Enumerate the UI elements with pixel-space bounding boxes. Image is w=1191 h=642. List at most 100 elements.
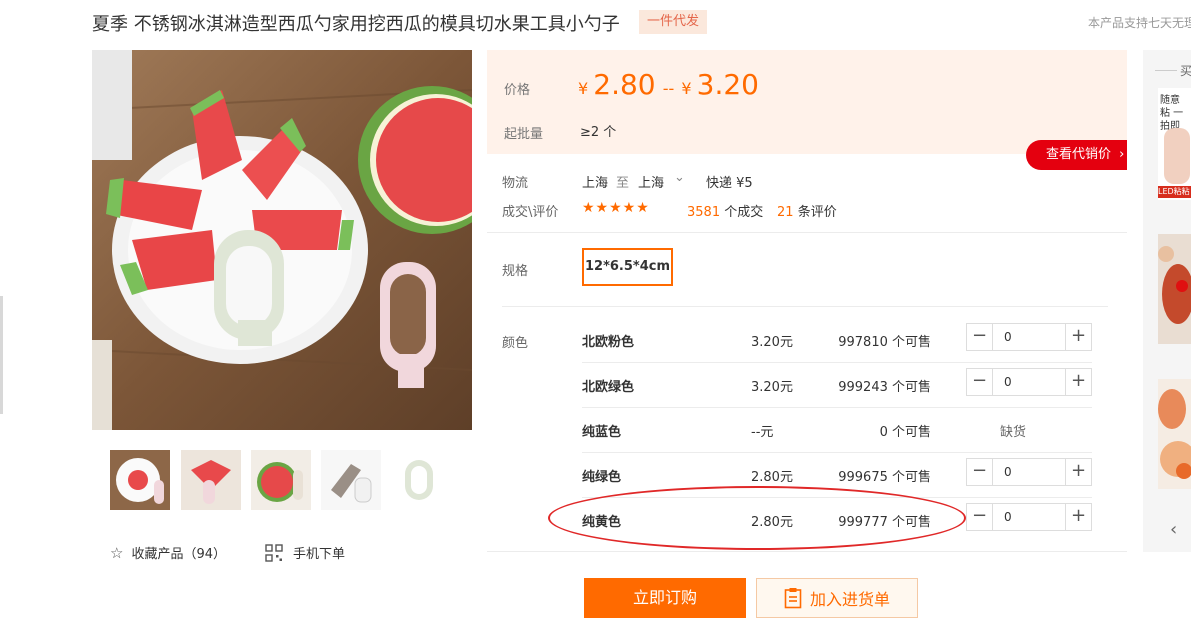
deal-stats[interactable]: 3581 个成交 xyxy=(687,201,763,220)
plus-button[interactable]: + xyxy=(1065,504,1091,530)
recommend-item-3[interactable] xyxy=(1158,379,1191,489)
recommend-item-3-image xyxy=(1158,379,1191,489)
minus-button[interactable]: − xyxy=(967,459,993,485)
sku-price: 3.20元 xyxy=(751,380,793,395)
recommend-title: 买 xyxy=(1180,64,1191,78)
mobile-order-label: 手机下单 xyxy=(293,547,346,562)
mobile-order[interactable]: 手机下单 xyxy=(265,543,345,562)
plus-button[interactable]: + xyxy=(1065,324,1091,350)
thumbnail-1-image xyxy=(110,450,170,510)
watermelon-photo xyxy=(92,50,472,430)
price-label: 价格 xyxy=(504,83,531,98)
minus-button[interactable]: − xyxy=(967,369,993,395)
quantity-input[interactable]: 0 xyxy=(993,369,1012,395)
favorite-product[interactable]: ☆ 收藏产品（94） xyxy=(110,543,226,563)
sku-price: 2.80元 xyxy=(751,470,793,485)
buy-now-button[interactable]: 立即订购 xyxy=(584,578,746,618)
thumbnail-3[interactable] xyxy=(251,450,311,510)
recommend-title-line xyxy=(1155,70,1177,71)
qr-code-icon xyxy=(265,543,283,562)
thumbnail-2-image xyxy=(181,450,241,510)
plus-button[interactable]: + xyxy=(1065,459,1091,485)
thumbnail-3-image xyxy=(251,450,311,510)
sku-stock: 997810 个可售 xyxy=(838,335,931,350)
recommend-item-1-tag: LED粘粘 xyxy=(1158,186,1191,198)
minus-button[interactable]: − xyxy=(967,324,993,350)
deal-suffix: 个成交 xyxy=(724,205,764,220)
spec-option-selected[interactable]: 12*6.5*4cm xyxy=(582,248,673,286)
thumbnail-5-image xyxy=(391,450,451,510)
dropship-badge[interactable]: 一件代发 xyxy=(639,10,707,34)
recommend-item-1[interactable]: 随意粘 一拍即 LED粘粘 xyxy=(1158,88,1191,200)
logistics-label: 物流 xyxy=(502,176,529,191)
recommend-item-1-text: 随意粘 一拍即 xyxy=(1160,95,1184,132)
sku-stock: 0 个可售 xyxy=(879,425,931,440)
ship-to-word: 至 xyxy=(616,176,630,191)
color-label: 颜色 xyxy=(502,336,529,351)
chevron-left-icon[interactable]: ‹ xyxy=(1170,519,1177,540)
moq-value: ≥2 个 xyxy=(580,125,617,140)
review-suffix: 条评价 xyxy=(797,205,837,220)
thumbnail-1[interactable] xyxy=(110,450,170,510)
main-product-image[interactable] xyxy=(92,50,472,430)
sku-stock: 999675 个可售 xyxy=(838,470,931,485)
price-max: 3.20 xyxy=(696,68,759,101)
recommend-item-2[interactable] xyxy=(1158,234,1191,344)
thumbnail-4[interactable] xyxy=(321,450,381,510)
sku-name: 北欧绿色 xyxy=(582,380,635,395)
sku-name: 北欧粉色 xyxy=(582,335,635,350)
quantity-input[interactable]: 0 xyxy=(993,324,1012,350)
sku-row: 北欧绿色 3.20元 999243 个可售 − 0 + xyxy=(582,363,1092,408)
divider-1 xyxy=(487,232,1127,233)
minus-button[interactable]: − xyxy=(967,504,993,530)
moq-label: 起批量 xyxy=(504,127,544,142)
thumbnail-4-image xyxy=(321,450,381,510)
sku-name: 纯蓝色 xyxy=(582,425,622,440)
rating-stars: ★★★★★ xyxy=(582,200,650,216)
chevron-right-icon: › xyxy=(1119,147,1125,162)
price-range: ¥ 2.80 -- ¥ 3.20 xyxy=(578,68,759,101)
ship-from: 上海 xyxy=(582,176,609,191)
chevron-down-icon[interactable]: ⌄ xyxy=(674,170,685,185)
add-to-cart-button[interactable]: 加入进货单 xyxy=(756,578,918,618)
plus-button[interactable]: + xyxy=(1065,369,1091,395)
favorite-label: 收藏产品（94） xyxy=(131,547,226,562)
sku-row: 纯蓝色 --元 0 个可售 缺货 xyxy=(582,408,1092,453)
quantity-input[interactable]: 0 xyxy=(993,504,1012,530)
sku-name: 纯绿色 xyxy=(582,470,622,485)
currency-symbol: ¥ xyxy=(578,79,589,98)
express-fee: 快递 ¥5 xyxy=(706,176,753,191)
product-title: 夏季 不锈钢冰淇淋造型西瓜勺家用挖西瓜的模具切水果工具小勺子 xyxy=(92,14,620,35)
recommend-item-2-image xyxy=(1158,234,1191,344)
clipboard-icon xyxy=(784,588,802,609)
sku-price: 3.20元 xyxy=(751,335,793,350)
sold-out-label: 缺货 xyxy=(1000,425,1027,440)
highlight-ellipse xyxy=(548,486,966,550)
return-policy-notice: 本产品支持七天无理 xyxy=(1088,16,1191,30)
divider-2 xyxy=(502,306,1108,307)
currency-symbol-2: ¥ xyxy=(681,79,692,98)
quantity-stepper: − 0 + xyxy=(966,458,1092,486)
quantity-input[interactable]: 0 xyxy=(993,459,1012,485)
spec-label: 规格 xyxy=(502,264,529,279)
star-outline-icon: ☆ xyxy=(110,543,124,562)
product-page: 夏季 不锈钢冰淇淋造型西瓜勺家用挖西瓜的模具切水果工具小勺子 一件代发 本产品支… xyxy=(0,0,1191,642)
review-stats[interactable]: 21 条评价 xyxy=(777,201,837,220)
quantity-stepper: − 0 + xyxy=(966,503,1092,531)
sku-price: --元 xyxy=(751,425,774,440)
deals-label: 成交\评价 xyxy=(502,205,559,220)
price-min: 2.80 xyxy=(593,68,656,101)
left-edge-bar xyxy=(0,296,3,414)
ship-to-select[interactable]: 上海 xyxy=(638,172,664,191)
view-agent-price-button[interactable]: 查看代销价 › xyxy=(1026,140,1127,170)
add-to-cart-label: 加入进货单 xyxy=(809,590,890,609)
sku-row: 北欧粉色 3.20元 997810 个可售 − 0 + xyxy=(582,318,1092,363)
quantity-stepper: − 0 + xyxy=(966,323,1092,351)
divider-3 xyxy=(487,551,1127,552)
thumbnail-5[interactable] xyxy=(391,450,451,510)
review-count: 21 xyxy=(777,205,794,220)
price-separator: -- xyxy=(662,79,675,98)
thumbnail-2[interactable] xyxy=(181,450,241,510)
quantity-stepper: − 0 + xyxy=(966,368,1092,396)
sku-stock: 999243 个可售 xyxy=(838,380,931,395)
